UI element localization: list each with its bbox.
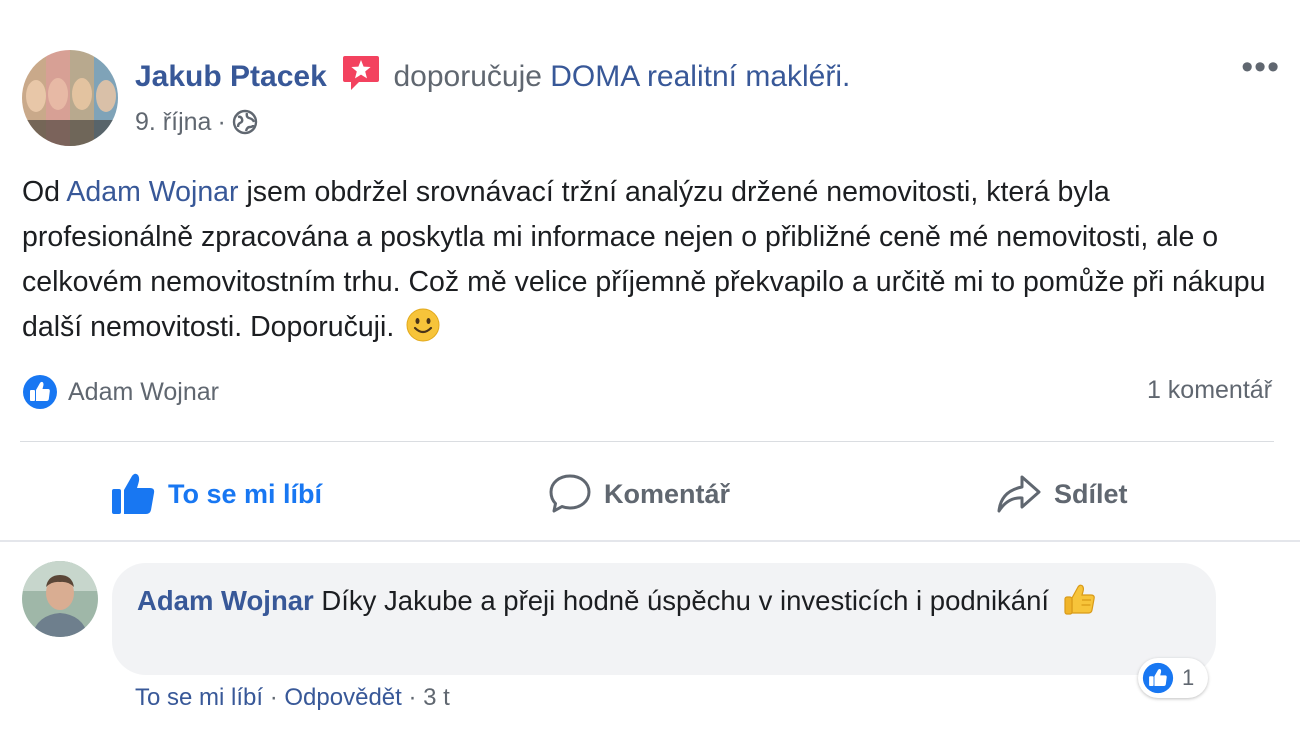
post-meta: 9. října · — [135, 104, 258, 140]
share-arrow-icon — [996, 473, 1042, 515]
post-text-prefix: Od — [22, 176, 61, 208]
author-avatar[interactable] — [22, 50, 118, 146]
post-text: Od Adam Wojnar jsem obdržel srovnávací t… — [22, 170, 1282, 350]
comment-time[interactable]: 3 t — [423, 684, 450, 711]
thumbs-up-emoji-icon — [1063, 582, 1097, 616]
thumbs-up-icon — [110, 472, 156, 516]
speech-bubble-icon — [548, 473, 592, 515]
smile-emoji-icon — [406, 308, 440, 342]
post-verb: doporučuje — [393, 60, 542, 93]
comment-button-label: Komentář — [604, 478, 731, 509]
comment-author-name[interactable]: Adam Wojnar — [137, 585, 314, 616]
comments-section-divider — [0, 540, 1300, 542]
comment-reaction-count: 1 — [1182, 665, 1195, 690]
comment-button[interactable]: Komentář — [548, 466, 730, 522]
meta-separator: · — [217, 108, 226, 136]
comment-like-link[interactable]: To se mi líbí — [135, 684, 263, 711]
comment-text: Adam Wojnar Díky Jakube a přeji hodně ús… — [137, 582, 1187, 620]
comments-count-link[interactable]: 1 komentář — [1147, 376, 1272, 405]
share-button[interactable]: Sdílet — [996, 466, 1128, 522]
more-options-button[interactable]: ••• — [1241, 48, 1280, 87]
comment-actions-separator: · — [408, 684, 417, 711]
globe-icon — [232, 109, 258, 135]
comment-body: Díky Jakube a přeji hodně úspěchu v inve… — [321, 585, 1050, 616]
divider — [20, 441, 1274, 442]
comment-actions: To se mi líbí · Odpovědět · 3 t — [135, 682, 450, 714]
post-date[interactable]: 9. října — [135, 104, 211, 140]
comment-actions-separator: · — [269, 684, 278, 711]
like-reaction-icon — [22, 374, 58, 410]
like-reaction-icon — [1142, 662, 1174, 694]
recommendation-star-icon — [341, 54, 381, 92]
share-button-label: Sdílet — [1054, 478, 1128, 509]
post-header-line: Jakub Ptacek doporučuje DOMA realitní ma… — [135, 54, 850, 97]
post-author-name[interactable]: Jakub Ptacek — [135, 60, 327, 93]
comment-reaction-pill[interactable]: 1 — [1138, 658, 1209, 698]
like-button-label: To se mi líbí — [168, 478, 323, 509]
post-mention-link[interactable]: Adam Wojnar — [66, 176, 238, 208]
commenter-avatar[interactable] — [22, 561, 98, 637]
reaction-name[interactable]: Adam Wojnar — [68, 378, 219, 407]
reactions-summary[interactable]: Adam Wojnar — [22, 374, 219, 410]
comment-reply-link[interactable]: Odpovědět — [284, 684, 401, 711]
recommended-page-link[interactable]: DOMA realitní makléři. — [550, 60, 850, 93]
like-button[interactable]: To se mi líbí — [110, 466, 322, 522]
